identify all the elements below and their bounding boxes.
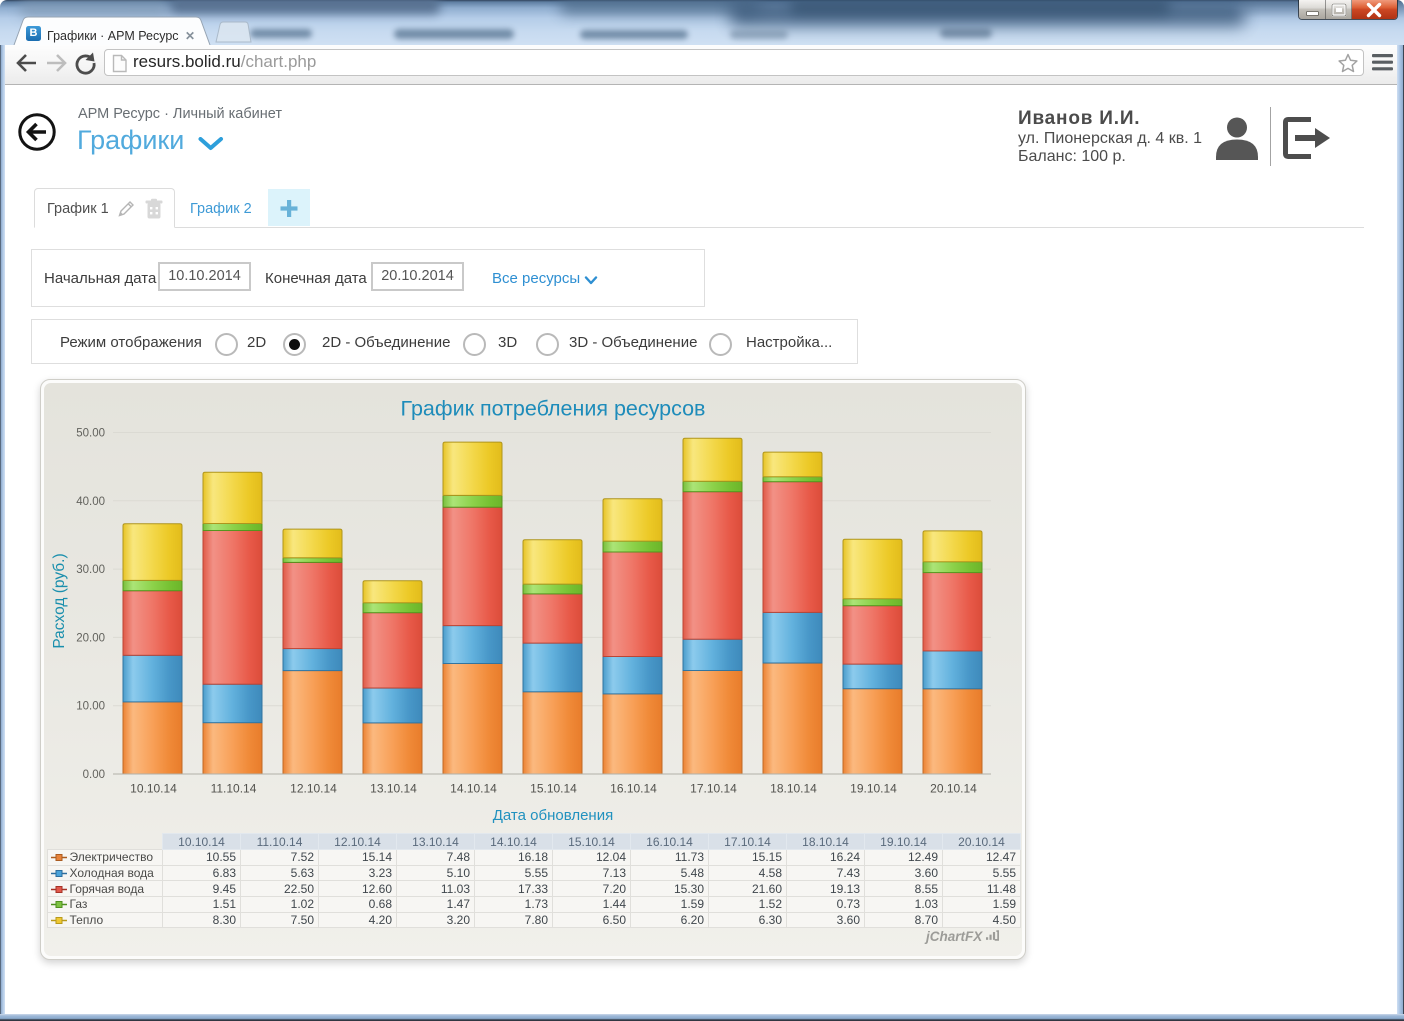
svg-text:Дата обновления: Дата обновления [493, 807, 613, 824]
svg-text:10.00: 10.00 [76, 701, 105, 713]
svg-text:15.10.14: 15.10.14 [530, 782, 577, 796]
svg-text:20.00: 20.00 [76, 632, 105, 644]
svg-text:20.10.14: 20.10.14 [930, 782, 977, 796]
svg-text:16.10.14: 16.10.14 [610, 782, 657, 796]
svg-text:График потребления ресурсов: График потребления ресурсов [401, 397, 706, 421]
svg-text:30.00: 30.00 [76, 564, 105, 576]
svg-text:13.10.14: 13.10.14 [370, 782, 417, 796]
svg-text:11.10.14: 11.10.14 [211, 782, 257, 796]
svg-text:40.00: 40.00 [76, 496, 105, 508]
svg-text:18.10.14: 18.10.14 [770, 782, 817, 796]
svg-text:17.10.14: 17.10.14 [690, 782, 737, 796]
svg-text:0.00: 0.00 [83, 769, 105, 781]
svg-text:19.10.14: 19.10.14 [850, 782, 897, 796]
svg-text:10.10.14: 10.10.14 [130, 782, 177, 796]
svg-text:50.00: 50.00 [76, 428, 105, 440]
svg-text:12.10.14: 12.10.14 [290, 782, 337, 796]
svg-text:Расход (руб.): Расход (руб.) [51, 553, 68, 648]
svg-text:14.10.14: 14.10.14 [450, 782, 497, 796]
